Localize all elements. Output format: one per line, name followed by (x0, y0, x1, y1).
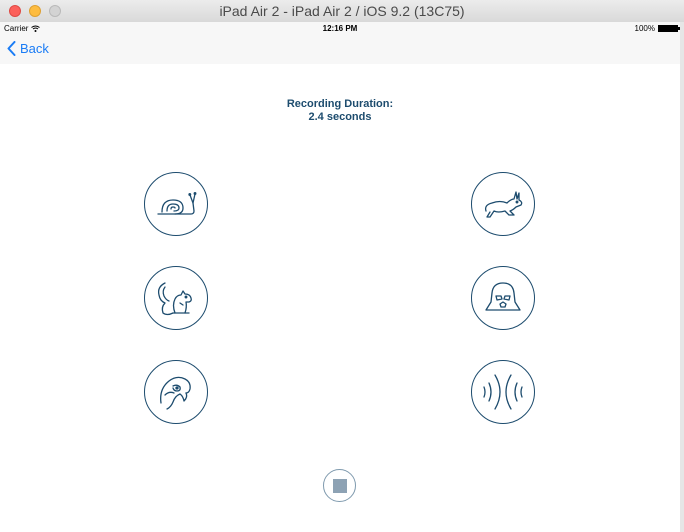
navigation-bar: Back (0, 36, 680, 64)
parrot-icon (160, 376, 191, 410)
vader-icon (485, 282, 521, 311)
back-button[interactable]: Back (7, 41, 49, 56)
battery-percent: 100% (634, 24, 655, 33)
recording-duration-value: 2.4 seconds (308, 111, 372, 123)
reverb-icon (483, 374, 523, 410)
snail-button[interactable] (144, 172, 208, 236)
chevron-left-icon (7, 41, 16, 56)
battery-icon (658, 25, 680, 32)
vader-button[interactable] (471, 266, 535, 330)
battery-indicator: 100% (634, 24, 680, 33)
status-time: 12:16 PM (322, 24, 358, 33)
parrot-button[interactable] (144, 360, 208, 424)
stop-button[interactable] (323, 469, 356, 502)
chipmunk-button[interactable] (144, 266, 208, 330)
chipmunk-icon (157, 282, 192, 316)
reverb-button[interactable] (471, 360, 535, 424)
window-title: iPad Air 2 - iPad Air 2 / iOS 9.2 (13C75… (219, 3, 465, 19)
rabbit-icon (484, 191, 523, 218)
window-edge (680, 22, 684, 532)
window-title-bar: iPad Air 2 - iPad Air 2 / iOS 9.2 (13C75… (0, 0, 684, 23)
recording-duration-label: Recording Duration: (286, 98, 394, 110)
back-label: Back (20, 41, 49, 56)
stop-icon (332, 478, 347, 493)
rabbit-button[interactable] (471, 172, 535, 236)
snail-icon (157, 192, 197, 215)
status-bar: Carrier 12:16 PM 100% (0, 22, 680, 36)
